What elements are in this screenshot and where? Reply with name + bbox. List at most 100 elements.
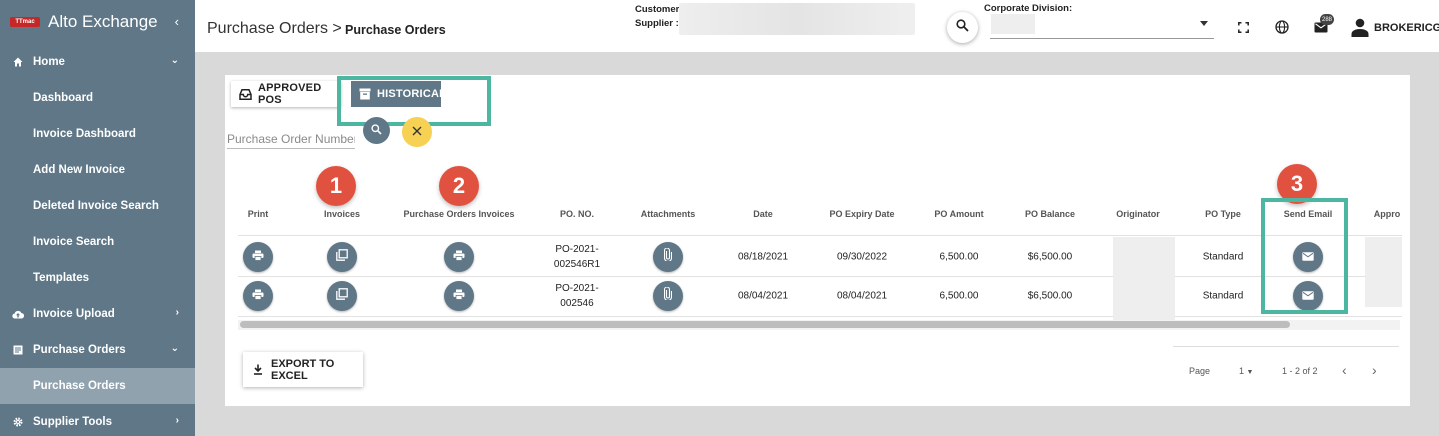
previous-page-icon[interactable]: ‹ bbox=[1342, 362, 1347, 378]
tab-label: APPROVED POS bbox=[258, 82, 322, 106]
column-header-print[interactable]: Print bbox=[248, 209, 269, 219]
page-range: 1 - 2 of 2 bbox=[1282, 366, 1318, 376]
column-header-po-balance[interactable]: PO Balance bbox=[1025, 209, 1075, 219]
table-divider bbox=[238, 316, 1402, 317]
sidebar-item-label: Invoice Upload bbox=[33, 308, 115, 320]
copy-icon bbox=[336, 287, 348, 305]
column-header-approver[interactable]: Appro bbox=[1374, 209, 1401, 219]
brand: TTmac Alto Exchange ‹ bbox=[0, 0, 195, 44]
paperclip-icon bbox=[663, 247, 673, 266]
copy-icon bbox=[336, 248, 348, 266]
chevron-right-icon: › bbox=[175, 307, 179, 318]
sidebar-item-supplier-tools[interactable]: Supplier Tools › bbox=[0, 404, 195, 436]
tab-approved-pos[interactable]: APPROVED POS bbox=[231, 81, 341, 107]
corporate-division-label: Corporate Division: bbox=[984, 3, 1073, 14]
chevron-down-icon: ⌄ bbox=[170, 343, 179, 354]
invoices-button[interactable] bbox=[327, 242, 357, 272]
customer-supplier-value-redacted bbox=[679, 3, 915, 35]
print-button[interactable] bbox=[243, 242, 273, 272]
originator-redacted bbox=[1113, 237, 1175, 321]
po-number-line: PO-2021- bbox=[555, 283, 599, 294]
sidebar-item-add-new-invoice[interactable]: Add New Invoice bbox=[0, 152, 195, 188]
send-email-highlight bbox=[1261, 198, 1348, 314]
inbox-icon bbox=[239, 88, 252, 100]
customer-supplier-label: Customer Supplier : bbox=[635, 3, 679, 31]
sidebar-item-purchase-orders-sub[interactable]: Purchase Orders bbox=[0, 368, 195, 404]
dropdown-arrow-icon[interactable] bbox=[1200, 21, 1208, 26]
user-avatar-icon[interactable] bbox=[1351, 17, 1369, 37]
po-invoices-print-button[interactable] bbox=[444, 281, 474, 311]
page-select[interactable]: 1 ▼ bbox=[1239, 366, 1253, 376]
pagination-divider bbox=[1173, 346, 1399, 347]
po-amount-cell: 6,500.00 bbox=[939, 251, 979, 263]
sidebar-item-deleted-invoice-search[interactable]: Deleted Invoice Search bbox=[0, 188, 195, 224]
cloud-upload-icon bbox=[12, 310, 24, 319]
po-invoices-print-button[interactable] bbox=[444, 242, 474, 272]
attachments-button[interactable] bbox=[653, 242, 683, 272]
sidebar-item-invoice-search[interactable]: Invoice Search bbox=[0, 224, 195, 260]
attachments-button[interactable] bbox=[653, 281, 683, 311]
po-number-line: 002546 bbox=[560, 298, 594, 309]
globe-icon[interactable] bbox=[1274, 19, 1290, 35]
page-select-value: 1 bbox=[1239, 366, 1245, 376]
po-balance-cell: $6,500.00 bbox=[1027, 290, 1073, 302]
chevron-right-icon: › bbox=[175, 415, 179, 426]
customer-label: Customer bbox=[635, 4, 680, 15]
po-type-cell: Standard bbox=[1202, 251, 1244, 263]
supplier-label: Supplier : bbox=[635, 18, 679, 29]
close-icon bbox=[412, 123, 422, 141]
invoices-button[interactable] bbox=[327, 281, 357, 311]
list-icon bbox=[12, 345, 24, 355]
po-amount-cell: 6,500.00 bbox=[939, 290, 979, 302]
corporate-division-select[interactable] bbox=[990, 38, 1214, 39]
sidebar-item-purchase-orders[interactable]: Purchase Orders ⌄ bbox=[0, 332, 195, 368]
approver-redacted bbox=[1365, 237, 1402, 307]
sidebar-item-invoice-dashboard[interactable]: Invoice Dashboard bbox=[0, 116, 195, 152]
sidebar-item-invoice-upload[interactable]: Invoice Upload › bbox=[0, 296, 195, 332]
chevron-down-icon: ⌄ bbox=[170, 55, 179, 66]
column-header-invoices[interactable]: Invoices bbox=[324, 209, 360, 219]
po-balance-cell: $6,500.00 bbox=[1027, 251, 1073, 263]
column-header-attachments[interactable]: Attachments bbox=[641, 209, 696, 219]
callout-2: 2 bbox=[439, 166, 479, 206]
expiry-date-cell: 09/30/2022 bbox=[836, 251, 888, 263]
column-header-po-amount[interactable]: PO Amount bbox=[934, 209, 983, 219]
column-header-date[interactable]: Date bbox=[753, 209, 773, 219]
column-header-originator[interactable]: Originator bbox=[1116, 209, 1160, 219]
clear-search-button[interactable] bbox=[402, 117, 432, 147]
chevron-left-icon[interactable]: ‹ bbox=[175, 14, 179, 29]
fullscreen-icon[interactable] bbox=[1235, 19, 1251, 35]
sidebar-item-templates[interactable]: Templates bbox=[0, 260, 195, 296]
gear-icon bbox=[12, 417, 24, 427]
sidebar-item-label: Home bbox=[33, 56, 65, 68]
printer-icon bbox=[252, 248, 264, 266]
printer-icon bbox=[453, 248, 465, 266]
po-number-line: 002546R1 bbox=[553, 259, 601, 270]
sidebar-item-dashboard[interactable]: Dashboard bbox=[0, 80, 195, 116]
search-icon bbox=[371, 122, 382, 140]
purchase-order-number-input[interactable] bbox=[227, 129, 355, 149]
print-button[interactable] bbox=[243, 281, 273, 311]
po-search-button[interactable] bbox=[363, 117, 390, 144]
po-type-cell: Standard bbox=[1202, 290, 1244, 302]
export-to-excel-button[interactable]: EXPORT TO EXCEL bbox=[243, 352, 363, 387]
po-number-cell: PO-2021- 002546 bbox=[555, 281, 598, 311]
column-header-po-invoices[interactable]: Purchase Orders Invoices bbox=[403, 209, 514, 219]
printer-icon bbox=[252, 287, 264, 305]
column-header-po-type[interactable]: PO Type bbox=[1205, 209, 1241, 219]
export-label: EXPORT TO EXCEL bbox=[271, 357, 335, 382]
column-header-po-no[interactable]: PO. NO. bbox=[560, 209, 594, 219]
next-page-icon[interactable]: › bbox=[1372, 362, 1377, 378]
sidebar-item-home[interactable]: Home ⌄ bbox=[0, 44, 195, 80]
sidebar: TTmac Alto Exchange ‹ Home ⌄ Dashboard I… bbox=[0, 0, 195, 436]
notification-count-badge: 288 bbox=[1320, 14, 1335, 25]
username[interactable]: BROKERICG bbox=[1374, 22, 1439, 34]
breadcrumb-current: Purchase Orders bbox=[345, 23, 446, 37]
table-divider bbox=[238, 235, 1402, 236]
dropdown-arrow-icon: ▼ bbox=[1246, 369, 1254, 376]
header-search-button[interactable] bbox=[947, 12, 978, 43]
horizontal-scrollbar-thumb[interactable] bbox=[240, 321, 1290, 328]
printer-icon bbox=[453, 287, 465, 305]
column-header-po-expiry-date[interactable]: PO Expiry Date bbox=[829, 209, 894, 219]
breadcrumb-parent[interactable]: Purchase Orders > bbox=[207, 20, 342, 38]
